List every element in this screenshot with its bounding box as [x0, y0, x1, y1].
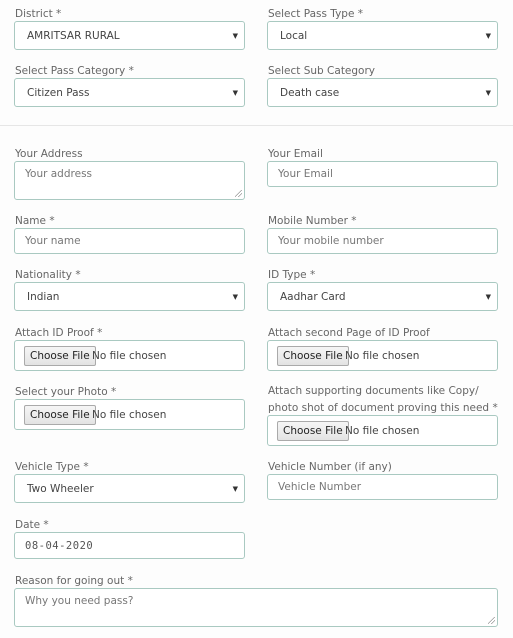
district-select[interactable]: AMRITSAR RURAL ▼ [14, 21, 245, 50]
supporting-docs-choose-file-button[interactable]: Choose File [277, 420, 349, 441]
vehicle-type-label: Vehicle Type * [15, 461, 89, 473]
photo-choose-file-button[interactable]: Choose File [24, 404, 96, 425]
pass-type-label: Select Pass Type * [268, 8, 364, 20]
supporting-docs-label: Attach supporting documents like Copy/ p… [268, 385, 498, 414]
date-value: 08-04-2020 [25, 539, 94, 552]
pass-category-value: Citizen Pass [27, 86, 90, 99]
chevron-down-icon: ▼ [232, 88, 238, 97]
vehicle-type-select[interactable]: Two Wheeler ▼ [14, 474, 245, 503]
address-label: Your Address [15, 148, 83, 160]
date-label: Date * [15, 519, 49, 531]
vehicle-number-label: Vehicle Number (if any) [268, 461, 392, 473]
id-proof-second-choose-file-button[interactable]: Choose File [277, 345, 349, 366]
sub-category-select[interactable]: Death case ▼ [267, 78, 498, 107]
mobile-input[interactable]: Your mobile number [267, 228, 498, 254]
pass-category-select[interactable]: Citizen Pass ▼ [14, 78, 245, 107]
chevron-down-icon: ▼ [232, 31, 238, 40]
chevron-down-icon: ▼ [485, 292, 491, 301]
id-proof-second-file-input[interactable]: Choose File No file chosen [267, 340, 498, 371]
vehicle-number-placeholder: Vehicle Number [278, 481, 362, 493]
chevron-down-icon: ▼ [232, 484, 238, 493]
nationality-select[interactable]: Indian ▼ [14, 282, 245, 311]
name-label: Name * [15, 215, 55, 227]
email-input[interactable]: Your Email [267, 161, 498, 187]
pass-category-label: Select Pass Category * [15, 65, 134, 77]
chevron-down-icon: ▼ [485, 31, 491, 40]
section-divider [0, 125, 513, 126]
id-proof-choose-file-button[interactable]: Choose File [24, 345, 96, 366]
photo-file-status: No file chosen [92, 408, 167, 421]
address-placeholder: Your address [25, 168, 93, 180]
sub-category-value: Death case [280, 86, 340, 99]
chevron-down-icon: ▼ [232, 292, 238, 301]
photo-label: Select your Photo * [15, 386, 117, 398]
vehicle-number-input[interactable]: Vehicle Number [267, 474, 498, 500]
photo-file-input[interactable]: Choose File No file chosen [14, 399, 245, 430]
pass-type-value: Local [280, 29, 308, 42]
district-label: District * [15, 8, 62, 20]
reason-placeholder: Why you need pass? [25, 595, 134, 607]
id-type-value: Aadhar Card [280, 290, 346, 303]
nationality-label: Nationality * [15, 269, 81, 281]
supporting-docs-file-input[interactable]: Choose File No file chosen [267, 415, 498, 446]
supporting-docs-file-status: No file chosen [345, 424, 420, 437]
chevron-down-icon: ▼ [485, 88, 491, 97]
mobile-placeholder: Your mobile number [278, 235, 384, 247]
name-input[interactable]: Your name [14, 228, 245, 254]
resize-handle-icon[interactable] [488, 617, 495, 624]
id-type-select[interactable]: Aadhar Card ▼ [267, 282, 498, 311]
pass-type-select[interactable]: Local ▼ [267, 21, 498, 50]
sub-category-label: Select Sub Category [268, 65, 376, 77]
date-input[interactable]: 08-04-2020 [14, 532, 245, 559]
vehicle-type-value: Two Wheeler [27, 482, 94, 495]
mobile-label: Mobile Number * [268, 215, 357, 227]
resize-handle-icon[interactable] [235, 190, 242, 197]
email-placeholder: Your Email [278, 168, 333, 180]
address-textarea[interactable]: Your address [14, 161, 245, 200]
id-proof-file-input[interactable]: Choose File No file chosen [14, 340, 245, 371]
id-proof-second-file-status: No file chosen [345, 349, 420, 362]
id-proof-label: Attach ID Proof * [15, 327, 103, 339]
id-proof-second-label: Attach second Page of ID Proof [268, 327, 430, 339]
id-type-label: ID Type * [268, 269, 316, 281]
reason-label: Reason for going out * [15, 575, 133, 587]
district-value: AMRITSAR RURAL [27, 29, 120, 42]
id-proof-file-status: No file chosen [92, 349, 167, 362]
name-placeholder: Your name [25, 235, 81, 247]
email-label: Your Email [268, 148, 323, 160]
reason-textarea[interactable]: Why you need pass? [14, 588, 498, 627]
nationality-value: Indian [27, 290, 60, 303]
